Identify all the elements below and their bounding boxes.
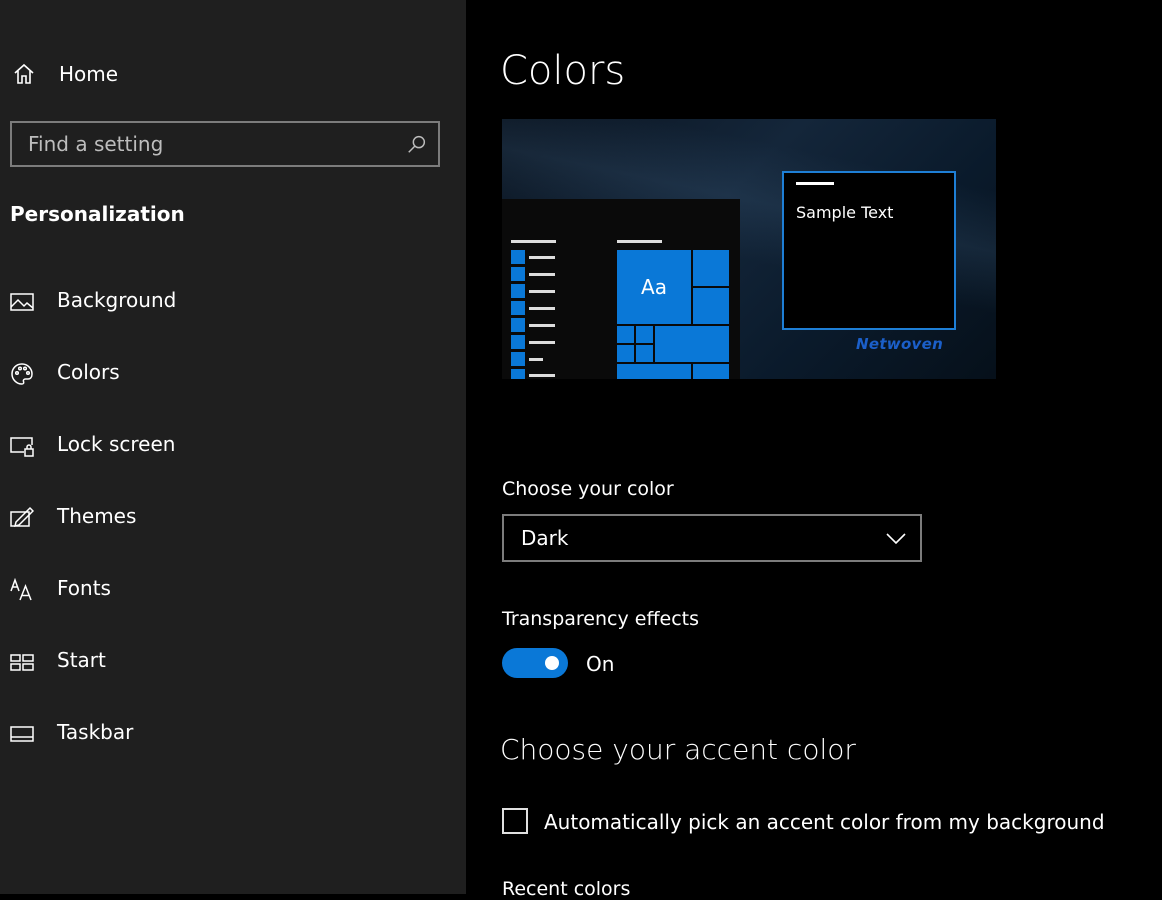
transparency-label: Transparency effects bbox=[502, 608, 700, 630]
chevron-down-icon bbox=[884, 526, 908, 550]
preview-list-icon bbox=[511, 284, 525, 298]
color-preview: Aa Sample Text Netwoven bbox=[502, 119, 996, 379]
sidebar-item-label: Themes bbox=[57, 504, 137, 528]
preview-window-titlebar bbox=[796, 182, 834, 185]
preview-tile bbox=[615, 324, 636, 345]
preview-tile bbox=[634, 324, 655, 345]
preview-window: Sample Text bbox=[782, 171, 956, 330]
page-title: Colors bbox=[500, 48, 626, 94]
auto-accent-checkbox[interactable] bbox=[502, 808, 528, 834]
sidebar-item-label: Background bbox=[57, 288, 177, 312]
preview-tile bbox=[615, 343, 636, 364]
taskbar-icon bbox=[10, 722, 34, 746]
preview-list-icon bbox=[511, 250, 525, 264]
preview-list-line bbox=[529, 256, 555, 259]
sidebar: Home Personalization Background Colors L… bbox=[0, 0, 466, 894]
sidebar-item-background[interactable]: Background bbox=[10, 284, 450, 320]
nav-home-label: Home bbox=[59, 62, 119, 86]
preview-tile bbox=[691, 286, 731, 326]
picture-icon bbox=[10, 290, 34, 314]
accent-color-title: Choose your accent color bbox=[500, 733, 856, 766]
preview-list-line bbox=[529, 290, 555, 293]
sidebar-item-colors[interactable]: Colors bbox=[10, 356, 450, 392]
toggle-knob bbox=[545, 656, 559, 670]
sidebar-item-label: Lock screen bbox=[57, 432, 176, 456]
preview-tile-large: Aa bbox=[615, 248, 693, 326]
preview-list-line bbox=[529, 273, 555, 276]
themes-icon bbox=[10, 506, 34, 530]
nav-home[interactable]: Home bbox=[12, 58, 452, 90]
preview-list-icon bbox=[511, 352, 525, 366]
transparency-toggle[interactable] bbox=[502, 648, 568, 678]
preview-list-line bbox=[529, 358, 543, 361]
preview-list-line bbox=[529, 374, 555, 377]
lock-screen-icon bbox=[10, 434, 34, 458]
preview-list-line bbox=[529, 307, 555, 310]
sidebar-item-taskbar[interactable]: Taskbar bbox=[10, 716, 450, 752]
sidebar-item-label: Start bbox=[57, 648, 106, 672]
preview-tile bbox=[615, 362, 693, 379]
preview-tile bbox=[691, 362, 731, 379]
preview-list-icon bbox=[511, 318, 525, 332]
preview-list-icon bbox=[511, 301, 525, 315]
preview-list-icon bbox=[511, 335, 525, 349]
preview-tiles-header bbox=[617, 240, 662, 243]
auto-accent-label[interactable]: Automatically pick an accent color from … bbox=[544, 810, 1105, 834]
fonts-icon bbox=[10, 578, 34, 602]
search-input[interactable] bbox=[12, 123, 408, 165]
choose-color-dropdown[interactable]: Dark bbox=[502, 514, 922, 562]
main-panel: Colors Aa Sample Text Netwoven Choose yo… bbox=[466, 0, 1162, 900]
recent-colors-label: Recent colors bbox=[502, 878, 631, 900]
sidebar-item-label: Fonts bbox=[57, 576, 111, 600]
preview-brand-watermark: Netwoven bbox=[856, 335, 944, 353]
section-title: Personalization bbox=[10, 202, 185, 226]
sidebar-item-label: Taskbar bbox=[57, 720, 134, 744]
palette-icon bbox=[10, 362, 34, 386]
preview-list-line bbox=[529, 324, 555, 327]
choose-color-label: Choose your color bbox=[502, 478, 674, 500]
preview-list-icon bbox=[511, 369, 525, 379]
sidebar-item-start[interactable]: Start bbox=[10, 644, 450, 680]
search-box[interactable] bbox=[10, 121, 440, 167]
transparency-state: On bbox=[586, 652, 615, 676]
preview-list-icon bbox=[511, 267, 525, 281]
sidebar-item-lock-screen[interactable]: Lock screen bbox=[10, 428, 450, 464]
sidebar-item-themes[interactable]: Themes bbox=[10, 500, 450, 536]
preview-list-line bbox=[529, 341, 555, 344]
dropdown-value: Dark bbox=[521, 526, 569, 550]
preview-start-menu: Aa bbox=[502, 199, 740, 379]
preview-list-header bbox=[511, 240, 556, 243]
preview-tile bbox=[634, 343, 655, 364]
preview-sample-text: Sample Text bbox=[796, 203, 894, 222]
sidebar-item-label: Colors bbox=[57, 360, 120, 384]
home-icon bbox=[12, 62, 36, 86]
search-icon[interactable] bbox=[406, 133, 428, 155]
preview-tile bbox=[691, 248, 731, 288]
preview-tile-text: Aa bbox=[641, 275, 667, 299]
sidebar-item-fonts[interactable]: Fonts bbox=[10, 572, 450, 608]
start-icon bbox=[10, 650, 34, 674]
preview-tile-wide bbox=[653, 324, 731, 364]
